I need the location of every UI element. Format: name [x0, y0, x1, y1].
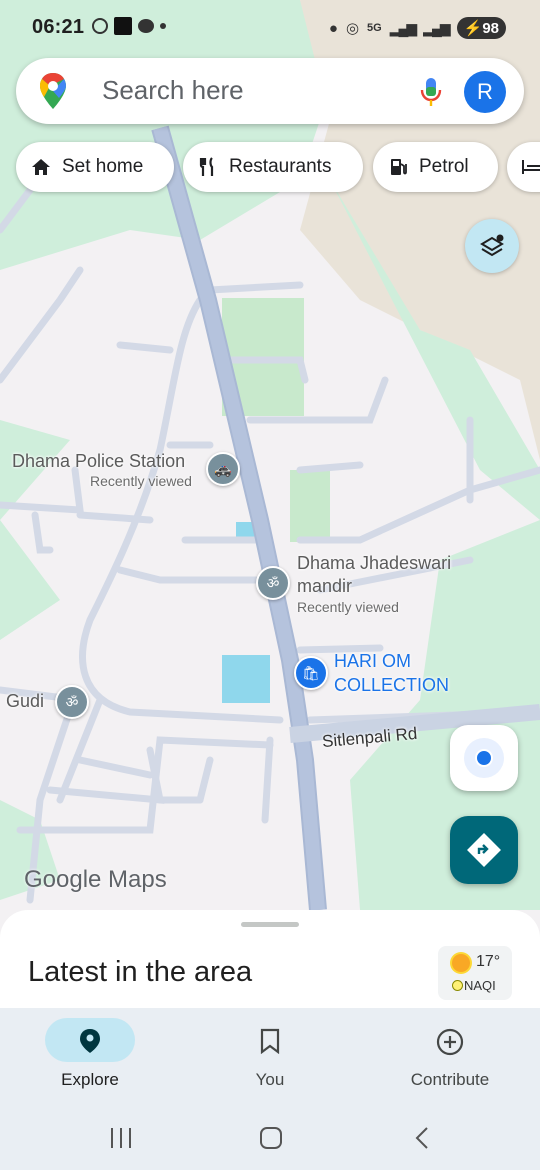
place-label-temple-line2[interactable]: mandir: [297, 576, 352, 597]
search-bar[interactable]: Search here R: [16, 58, 524, 124]
signal-icon: ▂▄▆: [389, 19, 417, 36]
home-icon: [32, 159, 50, 175]
location-pin-icon: [80, 1029, 100, 1053]
chip-restaurants[interactable]: Restaurants: [183, 142, 363, 192]
system-navigation-bar: [0, 1106, 540, 1170]
layers-button[interactable]: [465, 219, 519, 273]
system-icons: ● ◎ 5G ▂▄▆ ▂▄▆ ⚡98: [329, 17, 506, 39]
chip-set-home[interactable]: Set home: [16, 142, 174, 192]
temple-icon[interactable]: ॐ: [256, 566, 290, 600]
microphone-icon[interactable]: [420, 76, 442, 108]
layers-icon: [480, 234, 504, 257]
battery-level: 98: [482, 20, 499, 37]
home-button-icon[interactable]: [258, 1126, 284, 1150]
place-note-temple: Recently viewed: [297, 599, 399, 615]
sheet-drag-handle[interactable]: [241, 922, 299, 927]
location-icon: ●: [328, 19, 338, 37]
chip-label: Restaurants: [229, 156, 332, 177]
nav-label: Contribute: [410, 1070, 490, 1089]
weather-temp: 17°: [476, 953, 501, 970]
directions-icon: [467, 833, 501, 867]
nav-explore[interactable]: Explore: [0, 1008, 180, 1106]
map-view[interactable]: Dhama Police Station Recently viewed 🚓 ॐ…: [0, 0, 540, 910]
place-label-temple-line1[interactable]: Dhama Jhadeswari: [297, 553, 451, 574]
whatsapp-icon: [92, 18, 108, 34]
my-location-button[interactable]: [450, 725, 518, 791]
place-label-police[interactable]: Dhama Police Station: [12, 451, 185, 472]
bed-icon: [522, 160, 540, 174]
nav-contribute[interactable]: Contribute: [360, 1008, 540, 1106]
sheet-title: Latest in the area: [28, 956, 253, 988]
bookmark-icon: [260, 1028, 280, 1054]
notification-icons: [92, 17, 166, 35]
place-label-gudi[interactable]: Gudi: [6, 691, 44, 712]
back-icon[interactable]: [412, 1126, 432, 1150]
chip-label: Petrol: [419, 156, 469, 177]
google-maps-logo: Google Maps: [24, 866, 167, 893]
bottom-navigation: Explore You Contribute: [0, 1008, 540, 1106]
message-icon: [138, 19, 154, 33]
my-location-icon: [464, 738, 504, 778]
place-label-shop-line1[interactable]: HARI OM: [334, 651, 411, 672]
hotspot-icon: ◎: [345, 20, 360, 37]
shopping-bag-icon[interactable]: 🛍: [294, 656, 328, 690]
police-station-icon[interactable]: 🚓: [206, 452, 240, 486]
aqi-dot-icon: [452, 980, 463, 991]
bottom-sheet[interactable]: Latest in the area 17° NAQI: [0, 910, 540, 1010]
status-time: 06:21: [32, 16, 85, 38]
nav-label: You: [255, 1070, 285, 1089]
recent-apps-icon[interactable]: [108, 1126, 134, 1150]
place-label-shop-line2[interactable]: COLLECTION: [334, 675, 449, 696]
place-note-police: Recently viewed: [90, 473, 192, 489]
status-bar: 06:21 ● ◎ 5G ▂▄▆ ▂▄▆ ⚡98: [0, 0, 540, 58]
add-circle-icon: [436, 1028, 464, 1056]
chip-petrol[interactable]: Petrol: [373, 142, 498, 192]
nav-label: Explore: [61, 1070, 119, 1089]
directions-button[interactable]: [450, 816, 518, 884]
signal-icon: ▂▄▆: [423, 19, 450, 36]
app-icon: [114, 17, 132, 35]
nav-you[interactable]: You: [180, 1008, 360, 1106]
weather-widget[interactable]: 17° NAQI: [438, 946, 512, 1000]
account-avatar[interactable]: R: [464, 71, 506, 113]
dot-icon: [160, 23, 166, 29]
chip-label: Set home: [62, 156, 144, 177]
google-maps-pin-icon: [40, 73, 66, 109]
search-input[interactable]: Search here: [102, 75, 244, 106]
restaurant-icon: [199, 157, 214, 176]
temple-icon[interactable]: ॐ: [55, 685, 89, 719]
sun-icon: [452, 954, 470, 972]
network-type: 5G: [367, 22, 382, 34]
fuel-icon: [391, 159, 407, 175]
weather-aqi: NAQI: [464, 978, 496, 993]
battery-icon: ⚡98: [456, 17, 506, 39]
